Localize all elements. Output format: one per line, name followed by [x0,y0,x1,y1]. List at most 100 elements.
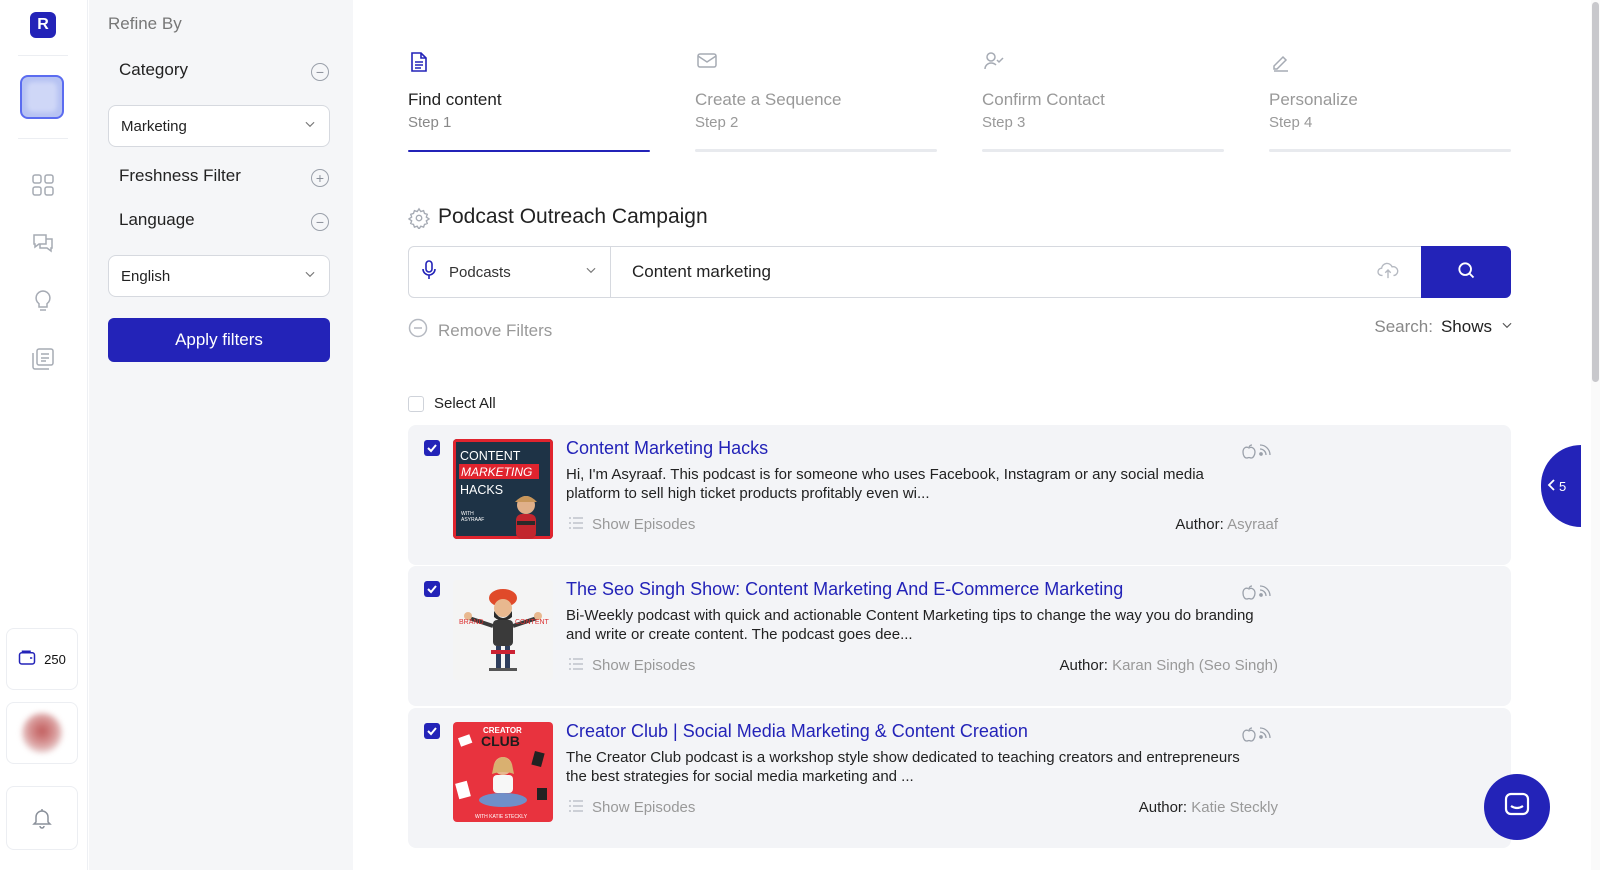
selected-count: 5 [1559,478,1567,494]
app-logo[interactable]: R [30,12,56,38]
refine-by-label: Refine By [108,14,182,33]
user-avatar[interactable] [6,702,78,764]
show-episodes-label: Show Episodes [592,657,696,674]
search-mode-value: Shows [1440,317,1492,336]
scrollbar-thumb[interactable] [1592,2,1599,382]
wallet-icon [18,649,36,670]
search-icon [1456,260,1476,285]
credits-count: 250 [44,651,66,667]
rss-icon[interactable] [1258,584,1272,605]
pencil-icon [1271,52,1291,77]
apple-icon[interactable] [1242,584,1256,605]
step-title: Find content [408,90,502,109]
category-select[interactable]: Marketing [108,105,330,147]
microphone-icon [421,260,437,284]
podcast-cover[interactable]: CREATOR CLUB WITH KATIE STECKLY [453,722,553,822]
category-collapse-icon[interactable]: − [311,63,329,81]
search-bar: Podcasts Content marketing [408,246,1511,298]
cover-text: ASYRAAF [461,517,484,523]
result-author: Author: Karan Singh (Seo Singh) [1060,657,1278,674]
step-find-content[interactable]: Find content Step 1 [408,48,650,152]
chevron-down-icon [1500,317,1514,337]
cloud-upload-icon[interactable] [1377,260,1399,285]
result-title[interactable]: Creator Club | Social Media Marketing & … [566,721,1028,742]
category-value: Marketing [121,117,187,135]
search-mode-select[interactable]: Search: Shows [1374,317,1514,337]
result-title[interactable]: Content Marketing Hacks [566,438,768,459]
library-icon[interactable] [29,345,57,373]
result-checkbox[interactable] [424,581,440,597]
result-title[interactable]: The Seo Singh Show: Content Marketing An… [566,579,1123,600]
chevron-down-icon [584,263,598,281]
show-episodes-button[interactable]: Show Episodes [568,657,695,674]
cover-text: CONTENT [515,619,550,626]
podcast-cover[interactable]: BRAND CONTENT [453,580,553,680]
category-label: Category [119,60,188,79]
chat-support-button[interactable] [1484,774,1550,840]
result-author: Author: Asyraaf [1175,516,1278,533]
step-confirm-contact[interactable]: Confirm Contact Step 3 [982,48,1224,152]
divider [18,138,68,139]
select-all-checkbox[interactable] [408,395,424,412]
chevron-down-icon [303,267,317,285]
chat-icon[interactable] [29,229,57,257]
author-name: Asyraaf [1227,516,1278,533]
list-icon [568,657,584,674]
show-episodes-button[interactable]: Show Episodes [568,799,695,816]
result-card: CONTENT MARKETING HACKS WITH ASYRAAF Con… [408,425,1511,565]
chevron-left-icon [1547,478,1557,494]
language-value: English [121,267,171,285]
mail-icon [697,52,717,75]
apple-icon[interactable] [1242,726,1256,747]
search-button[interactable] [1421,246,1511,298]
apple-icon[interactable] [1242,443,1256,464]
language-label: Language [119,210,195,229]
result-checkbox[interactable] [424,723,440,739]
step-number: Step 1 [408,114,452,131]
result-checkbox[interactable] [424,440,440,456]
result-author: Author: Katie Steckly [1139,799,1278,816]
podcast-cover[interactable]: CONTENT MARKETING HACKS WITH ASYRAAF [453,439,553,539]
list-icon [568,516,584,533]
freshness-filter-label: Freshness Filter [119,166,241,185]
platform-icons [1242,584,1272,605]
source-value: Podcasts [449,263,511,281]
language-select[interactable]: English [108,255,330,297]
gear-icon[interactable] [407,207,431,234]
show-episodes-button[interactable]: Show Episodes [568,516,695,533]
grid-icon[interactable] [29,171,57,199]
step-title: Create a Sequence [695,90,842,109]
rss-icon[interactable] [1258,726,1272,747]
rss-icon[interactable] [1258,443,1272,464]
freshness-expand-icon[interactable]: + [311,169,329,187]
remove-filters-label: Remove Filters [438,320,553,340]
divider [18,55,68,56]
platform-icons [1242,443,1272,464]
result-card: CREATOR CLUB WITH KATIE STECKLY Creator … [408,708,1511,848]
platform-icons [1242,726,1272,747]
source-select[interactable]: Podcasts [408,246,611,298]
bell-icon[interactable] [6,786,78,850]
credits-widget[interactable]: 250 [6,628,78,690]
select-all-label: Select All [434,395,496,412]
step-personalize[interactable]: Personalize Step 4 [1269,48,1511,152]
author-name: Karan Singh (Seo Singh) [1112,657,1278,674]
step-progress-bar [982,149,1224,152]
select-all[interactable]: Select All [408,395,496,412]
chat-icon [1502,790,1532,825]
show-episodes-label: Show Episodes [592,516,696,533]
step-title: Confirm Contact [982,90,1105,109]
cover-text: WITH KATIE STECKLY [475,814,528,820]
search-mode-label: Search: [1374,317,1433,336]
search-input[interactable]: Content marketing [610,246,1422,298]
step-create-sequence[interactable]: Create a Sequence Step 2 [695,48,937,152]
apply-filters-button[interactable]: Apply filters [108,318,330,362]
result-description: Hi, I'm Asyraaf. This podcast is for som… [566,466,1204,502]
language-collapse-icon[interactable]: − [311,213,329,231]
remove-filters-button[interactable]: Remove Filters [408,318,552,343]
workspace-avatar[interactable] [20,75,64,119]
step-number: Step 4 [1269,114,1313,131]
cover-text: MARKETING [461,465,532,479]
author-label: Author: [1175,516,1224,533]
lightbulb-icon[interactable] [29,287,57,315]
